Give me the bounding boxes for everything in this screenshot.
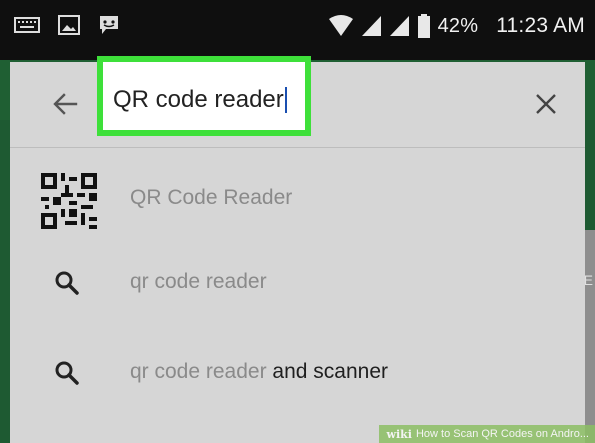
signal-icon	[389, 16, 409, 36]
suggestion-label: QR Code Reader	[130, 186, 293, 209]
suggestion-label: qr code reader	[130, 270, 267, 293]
divider	[10, 147, 585, 148]
search-input[interactable]: QR code reader	[113, 86, 287, 114]
search-suggestions-panel: QR code reader QR Code Reader qr code re…	[10, 56, 585, 443]
signal-icon	[361, 16, 381, 36]
qr-code-icon	[40, 172, 98, 230]
image-icon	[58, 15, 80, 35]
watermark-text: How to Scan QR Codes on Andro...	[415, 428, 589, 440]
search-query: QR code reader	[113, 86, 284, 113]
status-bar: 42% 11:23 AM	[0, 0, 595, 60]
back-button[interactable]	[46, 87, 84, 121]
arrow-left-icon	[53, 93, 78, 115]
search-icon	[52, 358, 82, 388]
watermark-logo: wiki	[386, 427, 412, 441]
search-bar: QR code reader	[10, 56, 585, 146]
battery-icon	[417, 14, 430, 38]
search-icon	[52, 268, 82, 298]
suggestion-item[interactable]: qr code reader	[10, 242, 585, 334]
suggestion-item[interactable]: QR Code Reader	[10, 150, 585, 242]
suggestion-label: qr code reader and scanner	[130, 360, 389, 383]
close-icon	[536, 94, 556, 114]
text-cursor	[284, 87, 287, 113]
suggestion-item[interactable]: qr code reader and scanner	[10, 334, 585, 426]
wifi-icon	[328, 15, 353, 36]
battery-percent: 42%	[437, 14, 479, 37]
watermark: wiki How to Scan QR Codes on Andro...	[378, 425, 595, 443]
clear-button[interactable]	[528, 86, 564, 122]
clock: 11:23 AM	[496, 14, 585, 37]
chat-icon	[100, 16, 118, 34]
background-hint: E	[583, 272, 593, 288]
keyboard-icon	[14, 17, 40, 33]
